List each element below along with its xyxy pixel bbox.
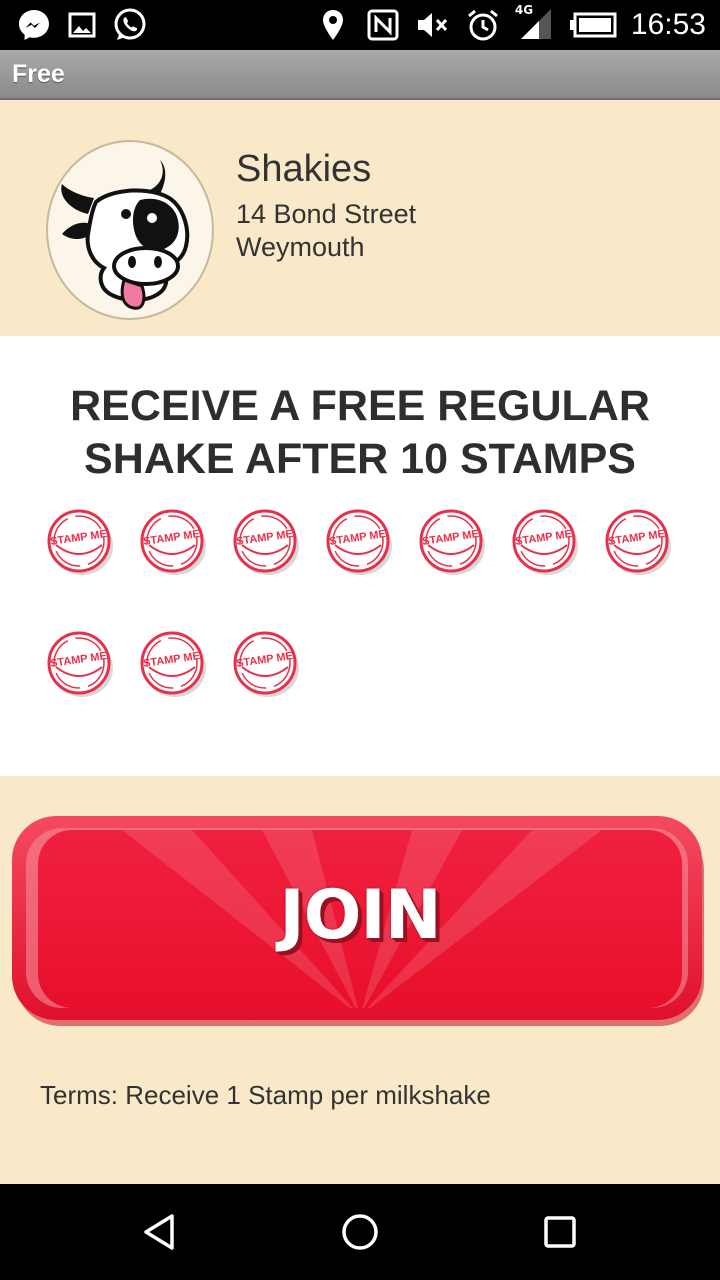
image-icon: [64, 7, 100, 43]
status-bar: 4G 16:53: [0, 0, 720, 50]
alarm-icon: [465, 7, 501, 43]
offer-title: RECEIVE A FREE REGULAR SHAKE AFTER 10 ST…: [0, 380, 720, 486]
whatsapp-icon: [112, 7, 148, 43]
terms-text: Terms: Receive 1 Stamp per milkshake: [40, 1080, 491, 1110]
stamp-slot[interactable]: STAMP ME: [232, 630, 300, 698]
store-name: Shakies: [236, 148, 372, 190]
recents-icon[interactable]: [536, 1208, 584, 1256]
signal-icon: 4G: [515, 3, 555, 43]
store-header: Shakies 14 Bond Street Weymouth: [0, 100, 720, 336]
stamp-slot[interactable]: STAMP ME: [604, 508, 672, 576]
offer-title-line2: SHAKE AFTER 10 STAMPS: [84, 435, 636, 483]
home-icon[interactable]: [336, 1208, 384, 1256]
store-address: 14 Bond Street Weymouth: [236, 198, 416, 264]
stamp-slot[interactable]: STAMP ME: [511, 508, 579, 576]
offer-card: RECEIVE A FREE REGULAR SHAKE AFTER 10 ST…: [0, 336, 720, 776]
network-type-label: 4G: [514, 3, 534, 17]
battery-icon: [569, 7, 617, 43]
messenger-icon: [16, 7, 52, 43]
action-bar: Free: [0, 50, 720, 100]
stamp-slot[interactable]: STAMP ME: [325, 508, 393, 576]
navigation-bar: [0, 1184, 720, 1280]
stamp-slot[interactable]: STAMP ME: [46, 508, 114, 576]
stamp-slot[interactable]: STAMP ME: [139, 508, 207, 576]
join-button[interactable]: JOIN: [12, 816, 708, 1028]
offer-title-line1: RECEIVE A FREE REGULAR: [70, 382, 650, 430]
cow-logo-icon: [46, 140, 214, 320]
store-address-line1: 14 Bond Street: [236, 199, 417, 229]
stamp-slot[interactable]: STAMP ME: [46, 630, 114, 698]
join-button-label: JOIN: [279, 876, 441, 955]
clock: 16:53: [630, 8, 706, 41]
action-bar-title: Free: [12, 60, 65, 88]
store-address-line2: Weymouth: [236, 232, 365, 262]
back-icon[interactable]: [136, 1208, 184, 1256]
mute-icon: [415, 7, 451, 43]
stamp-slot[interactable]: STAMP ME: [139, 630, 207, 698]
stamp-slot[interactable]: STAMP ME: [232, 508, 300, 576]
nfc-icon: [365, 7, 401, 43]
join-section: JOIN Terms: Receive 1 Stamp per milkshak…: [0, 776, 720, 1184]
location-icon: [315, 7, 351, 43]
stamp-slot[interactable]: STAMP ME: [418, 508, 486, 576]
